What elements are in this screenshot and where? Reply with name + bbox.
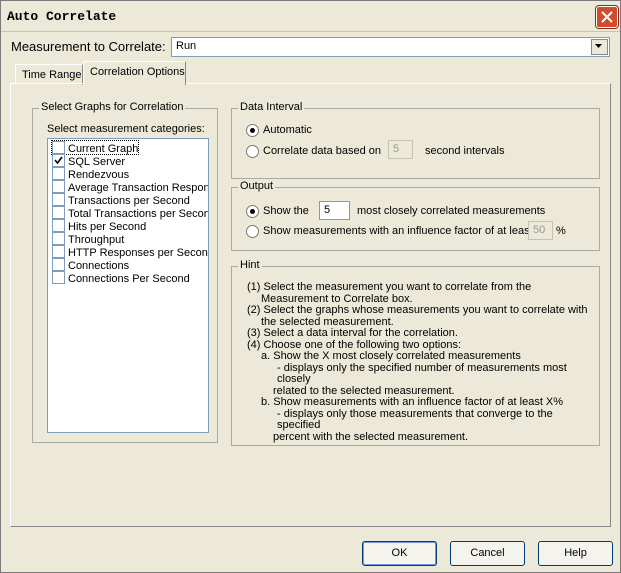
cancel-button-label: Cancel — [470, 547, 505, 559]
hint-text: (1) Select the measurement you want to c… — [247, 281, 592, 443]
interval-suffix: second intervals — [425, 145, 505, 157]
influence-label: Show measurements with an influence fact… — [263, 225, 533, 237]
list-item[interactable]: Throughput — [52, 232, 124, 246]
select-graphs-group-label: Select Graphs for Correlation — [39, 101, 186, 113]
dialog-title: Auto Correlate — [7, 9, 117, 24]
help-button-label: Help — [564, 547, 587, 559]
checkbox[interactable] — [52, 141, 65, 154]
close-button[interactable] — [596, 6, 618, 28]
data-interval-group-label: Data Interval — [238, 101, 305, 113]
hint-line: - displays only the specified number of … — [277, 361, 567, 385]
close-icon — [601, 11, 613, 23]
checkbox[interactable] — [52, 232, 65, 245]
checkbox[interactable] — [52, 245, 65, 258]
chevron-down-icon — [595, 44, 602, 48]
tab-correlation-options[interactable]: Correlation Options — [83, 61, 186, 85]
hint-group-label: Hint — [238, 259, 262, 271]
ok-button-label: OK — [391, 547, 408, 559]
checkbox[interactable] — [52, 206, 65, 219]
list-item[interactable]: Total Transactions per Secon — [52, 206, 208, 220]
interval-input[interactable]: 5 — [388, 140, 413, 159]
list-item[interactable]: Transactions per Second — [52, 193, 190, 207]
automatic-label: Automatic — [263, 124, 312, 136]
ok-button[interactable]: OK — [362, 541, 437, 566]
hint-line: b. Show measurements with an influence f… — [261, 396, 564, 408]
list-item[interactable]: HTTP Responses per Secon — [52, 245, 208, 259]
list-item-label: Connections Per Second — [68, 273, 190, 285]
hint-line: (1) Select the measurement you want to c… — [247, 281, 532, 293]
list-item[interactable]: Rendezvous — [52, 167, 129, 181]
checkbox[interactable] — [52, 167, 65, 180]
hint-line: percent with the selected measurement. — [273, 430, 469, 443]
output-group-label: Output — [238, 180, 276, 192]
correlate-label: Correlate data based on — [263, 145, 382, 157]
measurement-label: Measurement to Correlate: — [11, 39, 166, 54]
checkbox[interactable] — [52, 154, 65, 167]
measurement-value: Run — [176, 40, 197, 52]
list-item[interactable]: Hits per Second — [52, 219, 146, 233]
list-item[interactable]: Connections — [52, 258, 129, 272]
hint-line: (2) Select the graphs whose measurements… — [247, 304, 588, 316]
influence-suffix: % — [556, 225, 566, 237]
dropdown-button[interactable] — [591, 39, 608, 55]
hint-line: (3) Select a data interval for the corre… — [247, 327, 458, 339]
show-top-radio[interactable] — [246, 205, 259, 218]
show-top-suffix: most closely correlated measurements — [357, 205, 546, 217]
automatic-radio[interactable] — [246, 124, 259, 137]
categories-label: Select measurement categories: — [47, 123, 205, 135]
influence-value: 50 — [533, 224, 546, 236]
help-button[interactable]: Help — [538, 541, 613, 566]
checkbox[interactable] — [52, 180, 65, 193]
influence-input[interactable]: 50 — [528, 221, 553, 240]
hint-line: - displays only those measurements that … — [277, 407, 553, 431]
correlate-radio[interactable] — [246, 145, 259, 158]
data-interval-group: Data Interval — [231, 101, 600, 179]
checkbox[interactable] — [52, 258, 65, 271]
list-item[interactable]: Connections Per Second — [52, 271, 190, 285]
auto-correlate-dialog: Auto Correlate Measurement to Correlate:… — [0, 0, 621, 573]
top-count-value: 5 — [324, 204, 331, 216]
checkbox[interactable] — [52, 271, 65, 284]
radio-dot-icon — [250, 209, 255, 214]
title-bar: Auto Correlate — [1, 1, 620, 32]
show-top-label: Show the — [263, 205, 309, 217]
tab-time-range[interactable]: Time Range — [15, 64, 83, 85]
tab-correlation-options-label: Correlation Options — [90, 66, 185, 78]
top-count-input[interactable]: 5 — [319, 201, 350, 220]
list-item[interactable]: SQL Server — [52, 154, 125, 168]
cancel-button[interactable]: Cancel — [450, 541, 525, 566]
output-group: Output — [231, 180, 600, 251]
checkbox[interactable] — [52, 193, 65, 206]
checkbox[interactable] — [52, 219, 65, 232]
list-item[interactable]: Average Transaction Respon — [52, 180, 208, 194]
categories-list[interactable]: Current Graph SQL Server Rendezvous Aver… — [47, 138, 209, 433]
influence-radio[interactable] — [246, 225, 259, 238]
radio-dot-icon — [250, 128, 255, 133]
list-item[interactable]: Current Graph — [50, 140, 140, 155]
hint-line: a. Show the X most closely correlated me… — [261, 350, 521, 362]
checkmark-icon — [54, 156, 63, 165]
interval-value: 5 — [393, 143, 400, 155]
tab-time-range-label: Time Range — [22, 69, 82, 81]
measurement-select[interactable]: Run — [171, 37, 610, 57]
